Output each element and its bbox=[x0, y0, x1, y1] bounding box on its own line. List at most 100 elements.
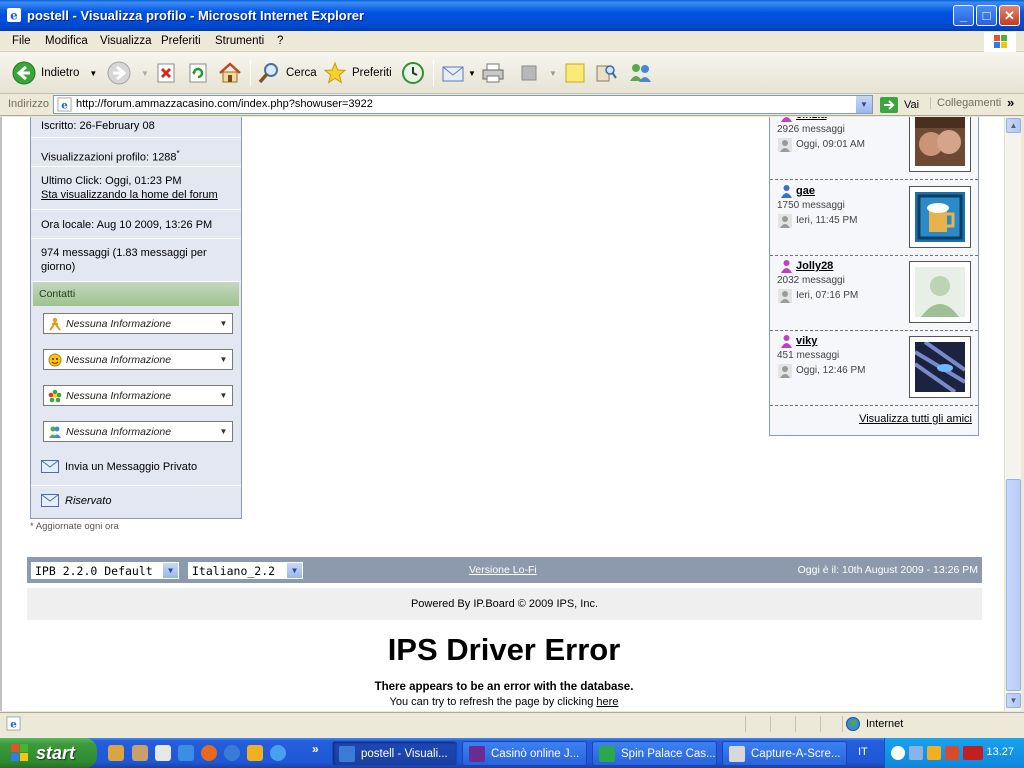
print-button[interactable] bbox=[481, 60, 505, 86]
forward-button[interactable]: ▼ bbox=[107, 60, 149, 86]
history-button[interactable] bbox=[401, 60, 425, 86]
mail-icon bbox=[442, 66, 464, 82]
lofi-version-link[interactable]: Versione Lo-Fi bbox=[469, 564, 537, 576]
refresh-here-link[interactable]: here bbox=[596, 696, 618, 708]
current-date-text: Oggi è il: 10th August 2009 - 13:26 PM bbox=[797, 564, 978, 576]
title-bar[interactable]: e postell - Visualizza profilo - Microso… bbox=[0, 0, 1024, 31]
home-button[interactable] bbox=[218, 60, 242, 86]
menu-file[interactable]: File bbox=[12, 35, 31, 47]
address-input[interactable]: e http://forum.ammazzacasino.com/index.p… bbox=[53, 95, 873, 114]
friend-name-link[interactable]: Jolly28 bbox=[796, 260, 833, 272]
quicklaunch-more-icon[interactable]: » bbox=[312, 742, 319, 756]
quicklaunch-app-icon[interactable] bbox=[132, 745, 148, 761]
minimize-button[interactable]: _ bbox=[953, 5, 974, 26]
edit-button[interactable]: ▼ bbox=[519, 60, 557, 86]
female-user-icon bbox=[781, 260, 792, 273]
msn-contact-select[interactable]: Nessuna Informazione ▼ bbox=[43, 421, 233, 442]
status-divider bbox=[795, 716, 796, 732]
quicklaunch-explorer-icon[interactable] bbox=[108, 745, 124, 761]
quicklaunch-firefox-icon[interactable] bbox=[201, 745, 217, 761]
icq-contact-select[interactable]: Nessuna Informazione ▼ bbox=[43, 385, 233, 406]
send-pm-row[interactable]: Invia un Messaggio Privato bbox=[41, 460, 197, 473]
quicklaunch-capture-icon[interactable] bbox=[155, 745, 171, 761]
messenger-icon bbox=[630, 64, 651, 82]
language-indicator[interactable]: IT bbox=[858, 746, 868, 758]
tray-ati-icon[interactable] bbox=[963, 746, 983, 760]
send-private-message-link[interactable]: Invia un Messaggio Privato bbox=[65, 461, 197, 473]
friend-avatar[interactable] bbox=[909, 117, 971, 172]
scroll-down-icon[interactable]: ▼ bbox=[1006, 693, 1021, 708]
search-button[interactable]: Cerca bbox=[257, 60, 317, 86]
scroll-thumb[interactable] bbox=[1006, 479, 1021, 691]
friend-item: gae 1750 messaggi Ieri, 11:45 PM bbox=[770, 181, 978, 256]
task-spin-palace[interactable]: Spin Palace Cas... bbox=[592, 741, 717, 766]
mail-button[interactable]: ▼ bbox=[441, 60, 476, 86]
task-capture-icon bbox=[729, 745, 745, 762]
favorites-button[interactable]: Preferiti bbox=[323, 60, 392, 86]
yahoo-contact-select[interactable]: Nessuna Informazione ▼ bbox=[43, 349, 233, 370]
task-label: postell - Visuali... bbox=[361, 747, 448, 760]
icq-flower-icon bbox=[48, 389, 62, 403]
quicklaunch-app3-icon[interactable] bbox=[247, 745, 263, 761]
menu-preferiti[interactable]: Preferiti bbox=[161, 35, 201, 47]
ie-icon: e bbox=[7, 8, 21, 23]
menu-strumenti[interactable]: Strumenti bbox=[215, 35, 264, 47]
friend-last-seen: Oggi, 09:01 AM bbox=[796, 139, 865, 150]
back-dropdown-icon[interactable]: ▼ bbox=[89, 69, 97, 78]
aim-contact-select[interactable]: Nessuna Informazione ▼ bbox=[43, 313, 233, 334]
menu-modifica[interactable]: Modifica bbox=[45, 35, 88, 47]
refresh-button[interactable] bbox=[188, 60, 208, 86]
close-button[interactable]: ✕ bbox=[999, 5, 1020, 26]
tray-app-icon[interactable] bbox=[927, 746, 941, 760]
go-button[interactable]: Vai bbox=[880, 97, 919, 113]
stop-button[interactable] bbox=[156, 60, 176, 86]
mail-dropdown-icon[interactable]: ▼ bbox=[468, 69, 476, 78]
quicklaunch-ie-icon[interactable] bbox=[178, 745, 194, 761]
friend-avatar[interactable] bbox=[909, 186, 971, 248]
links-toolbar[interactable]: Collegamenti bbox=[930, 97, 1001, 109]
start-button[interactable]: start bbox=[0, 738, 97, 768]
task-ie-window[interactable]: postell - Visuali... bbox=[332, 741, 457, 766]
task-casino-online[interactable]: Casinò online J... bbox=[462, 741, 587, 766]
tray-expand-icon[interactable] bbox=[891, 746, 905, 760]
friend-last-seen: Ieri, 11:45 PM bbox=[796, 215, 858, 226]
friend-name-link[interactable]: cinzia bbox=[796, 117, 827, 121]
joined-text: Iscritto: 26-February 08 bbox=[41, 120, 155, 132]
research-icon bbox=[596, 65, 617, 82]
notes-button[interactable] bbox=[564, 60, 586, 86]
language-select[interactable]: Italiano_2.2 ▼ bbox=[187, 561, 304, 580]
task-capture-a-screen[interactable]: Capture-A-Scre... bbox=[722, 741, 847, 766]
current-location-link[interactable]: Sta visualizzando la home del forum bbox=[41, 189, 218, 201]
back-button[interactable]: Indietro ▼ bbox=[12, 60, 97, 86]
chevron-right-icon[interactable]: » bbox=[1007, 95, 1014, 110]
vertical-scrollbar[interactable]: ▲ ▼ bbox=[1004, 117, 1021, 711]
offline-user-icon bbox=[778, 289, 792, 303]
address-dropdown-icon[interactable]: ▼ bbox=[856, 96, 872, 113]
chevron-down-icon: ▼ bbox=[287, 563, 302, 578]
maximize-button[interactable]: □ bbox=[976, 5, 997, 26]
aim-contact-value: Nessuna Informazione bbox=[66, 318, 172, 330]
view-all-friends-link[interactable]: Visualizza tutti gli amici bbox=[770, 413, 972, 425]
messenger-button[interactable] bbox=[628, 60, 654, 86]
profile-info-panel: Iscritto: 26-February 08 Visualizzazioni… bbox=[30, 117, 242, 519]
system-tray: 13.27 bbox=[884, 738, 1024, 768]
divider bbox=[31, 485, 241, 486]
quicklaunch-app4-icon[interactable] bbox=[270, 745, 286, 761]
yahoo-icon bbox=[48, 353, 62, 367]
tray-network-icon[interactable] bbox=[909, 746, 923, 760]
research-button[interactable] bbox=[595, 60, 617, 86]
friend-name-link[interactable]: gae bbox=[796, 185, 815, 197]
friend-name-link[interactable]: viky bbox=[796, 335, 817, 347]
edit-dropdown-icon[interactable]: ▼ bbox=[549, 69, 557, 78]
friend-avatar[interactable] bbox=[909, 336, 971, 398]
menu-help[interactable]: ? bbox=[277, 35, 283, 47]
scroll-up-icon[interactable]: ▲ bbox=[1006, 118, 1021, 133]
skin-select[interactable]: IPB 2.2.0 Default ▼ bbox=[30, 561, 180, 580]
svg-text:e: e bbox=[61, 99, 68, 111]
menu-visualizza[interactable]: Visualizza bbox=[100, 35, 152, 47]
friends-panel: cinzia 2926 messaggi Oggi, 09:01 AM gae … bbox=[769, 117, 979, 436]
quicklaunch-app2-icon[interactable] bbox=[224, 745, 240, 761]
chevron-down-icon: ▼ bbox=[219, 355, 228, 364]
tray-security-icon[interactable] bbox=[945, 746, 959, 760]
friend-avatar[interactable] bbox=[909, 261, 971, 323]
